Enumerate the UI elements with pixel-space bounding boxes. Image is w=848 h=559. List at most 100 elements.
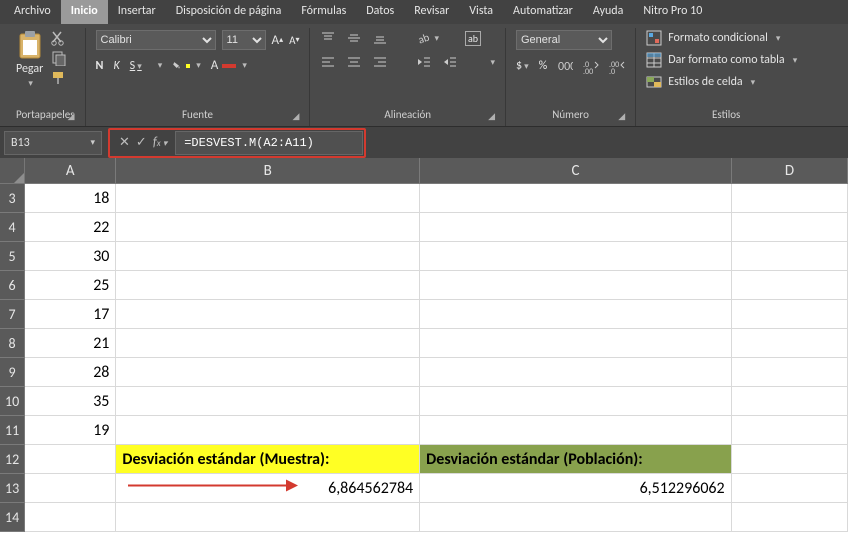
col-header-C[interactable]: C xyxy=(420,158,732,184)
cell[interactable] xyxy=(420,242,731,271)
format-painter-icon[interactable] xyxy=(51,70,67,86)
align-left-icon[interactable] xyxy=(320,54,336,70)
cell[interactable] xyxy=(732,242,848,271)
shrink-font-icon[interactable]: A▾ xyxy=(289,34,299,47)
row-header[interactable]: 7 xyxy=(0,300,25,329)
cell[interactable] xyxy=(116,503,420,532)
italic-button[interactable]: K xyxy=(113,59,119,73)
cell[interactable] xyxy=(732,300,848,329)
col-header-B[interactable]: B xyxy=(116,158,420,184)
indent-icon[interactable] xyxy=(442,54,458,70)
cell[interactable] xyxy=(25,445,116,474)
cell[interactable] xyxy=(420,503,731,532)
col-header-A[interactable]: A xyxy=(25,158,116,184)
borders-button[interactable]: ▾ xyxy=(152,60,163,71)
cell[interactable]: 35 xyxy=(25,387,116,416)
copy-icon[interactable] xyxy=(51,50,67,66)
cell[interactable] xyxy=(116,242,420,271)
accept-formula-button[interactable]: ✓ xyxy=(136,135,147,150)
cell-sample-label[interactable]: Desviación estándar (Muestra): xyxy=(116,445,420,474)
menu-automatizar[interactable]: Automatizar xyxy=(503,0,583,24)
cell[interactable] xyxy=(420,271,731,300)
cell[interactable] xyxy=(732,329,848,358)
cell[interactable] xyxy=(732,358,848,387)
menu-archivo[interactable]: Archivo xyxy=(4,0,61,24)
currency-button[interactable]: $▾ xyxy=(516,59,529,73)
cell[interactable] xyxy=(420,387,731,416)
menu-revisar[interactable]: Revisar xyxy=(404,0,459,24)
cell[interactable]: 28 xyxy=(25,358,116,387)
dialog-launcher-icon[interactable]: ◢ xyxy=(618,111,625,122)
dialog-launcher-icon[interactable]: ◢ xyxy=(68,111,75,122)
number-format-select[interactable]: General xyxy=(516,30,612,50)
increase-decimal-icon[interactable]: .0.00 xyxy=(583,58,599,74)
outdent-icon[interactable] xyxy=(416,54,432,70)
row-header[interactable]: 12 xyxy=(0,445,25,474)
conditional-formatting-button[interactable]: Formato condicional▾ xyxy=(646,30,780,46)
align-right-icon[interactable] xyxy=(372,54,388,70)
cancel-formula-button[interactable]: ✕ xyxy=(119,135,130,150)
cell[interactable]: 22 xyxy=(25,213,116,242)
cell[interactable] xyxy=(420,300,731,329)
menu-vista[interactable]: Vista xyxy=(459,0,503,24)
grow-font-icon[interactable]: A▴ xyxy=(272,33,284,48)
cell[interactable] xyxy=(116,358,420,387)
font-family-select[interactable]: Calibri xyxy=(96,30,216,50)
cell[interactable] xyxy=(116,213,420,242)
cell[interactable] xyxy=(420,184,731,213)
menu-inicio[interactable]: Inicio xyxy=(61,0,108,24)
row-header[interactable]: 3 xyxy=(0,184,25,213)
dialog-launcher-icon[interactable]: ◢ xyxy=(488,111,495,122)
dialog-launcher-icon[interactable]: ◢ xyxy=(293,111,300,122)
paste-button[interactable]: Pegar ▾ xyxy=(16,30,43,89)
orientation-icon[interactable]: ab▾ xyxy=(416,30,439,46)
menu-nitro[interactable]: Nitro Pro 10 xyxy=(633,0,712,24)
row-header[interactable]: 8 xyxy=(0,329,25,358)
format-as-table-button[interactable]: Dar formato como tabla▾ xyxy=(646,52,797,68)
cell[interactable]: 18 xyxy=(25,184,116,213)
menu-ayuda[interactable]: Ayuda xyxy=(583,0,634,24)
row-header[interactable]: 11 xyxy=(0,416,25,445)
font-color-button[interactable]: A▾ xyxy=(211,58,247,73)
cell[interactable] xyxy=(116,300,420,329)
cell[interactable] xyxy=(420,358,731,387)
cell[interactable] xyxy=(116,387,420,416)
cell[interactable] xyxy=(732,445,848,474)
cell[interactable] xyxy=(732,213,848,242)
row-header[interactable]: 6 xyxy=(0,271,25,300)
bold-button[interactable]: N xyxy=(96,59,104,73)
align-bottom-icon[interactable] xyxy=(372,30,388,46)
menu-datos[interactable]: Datos xyxy=(356,0,404,24)
comma-style-icon[interactable]: 000 xyxy=(557,58,573,74)
wrap-text-button[interactable]: ab xyxy=(465,31,481,46)
col-header-D[interactable]: D xyxy=(732,158,848,184)
cell[interactable] xyxy=(116,271,420,300)
cell[interactable]: 19 xyxy=(25,416,116,445)
cell[interactable]: 17 xyxy=(25,300,116,329)
row-header[interactable]: 13 xyxy=(0,474,25,503)
cell[interactable] xyxy=(732,503,848,532)
cell[interactable] xyxy=(732,271,848,300)
row-header[interactable]: 14 xyxy=(0,503,25,532)
fx-button[interactable]: fx▾ xyxy=(153,135,167,150)
cell[interactable] xyxy=(732,416,848,445)
cell[interactable] xyxy=(732,184,848,213)
cell[interactable] xyxy=(732,387,848,416)
formula-input[interactable]: =DESVEST.M(A2:A11) xyxy=(175,131,363,155)
font-size-select[interactable]: 11 xyxy=(222,30,266,50)
cell-sample-value[interactable]: 6,864562784 xyxy=(116,474,420,503)
cell[interactable]: 25 xyxy=(25,271,116,300)
row-header[interactable]: 10 xyxy=(0,387,25,416)
cell[interactable]: 30 xyxy=(25,242,116,271)
cell[interactable] xyxy=(420,213,731,242)
row-header[interactable]: 9 xyxy=(0,358,25,387)
percent-button[interactable]: % xyxy=(539,59,548,73)
name-box[interactable]: B13 ▾ xyxy=(4,131,102,155)
select-all-corner[interactable] xyxy=(0,158,25,184)
menu-formulas[interactable]: Fórmulas xyxy=(291,0,356,24)
decrease-decimal-icon[interactable]: .00.0 xyxy=(609,58,625,74)
cell[interactable] xyxy=(420,329,731,358)
cell[interactable] xyxy=(732,474,848,503)
cell-pop-label[interactable]: Desviación estándar (Población): xyxy=(420,445,731,474)
merge-center-button[interactable]: ▾ xyxy=(484,57,495,68)
